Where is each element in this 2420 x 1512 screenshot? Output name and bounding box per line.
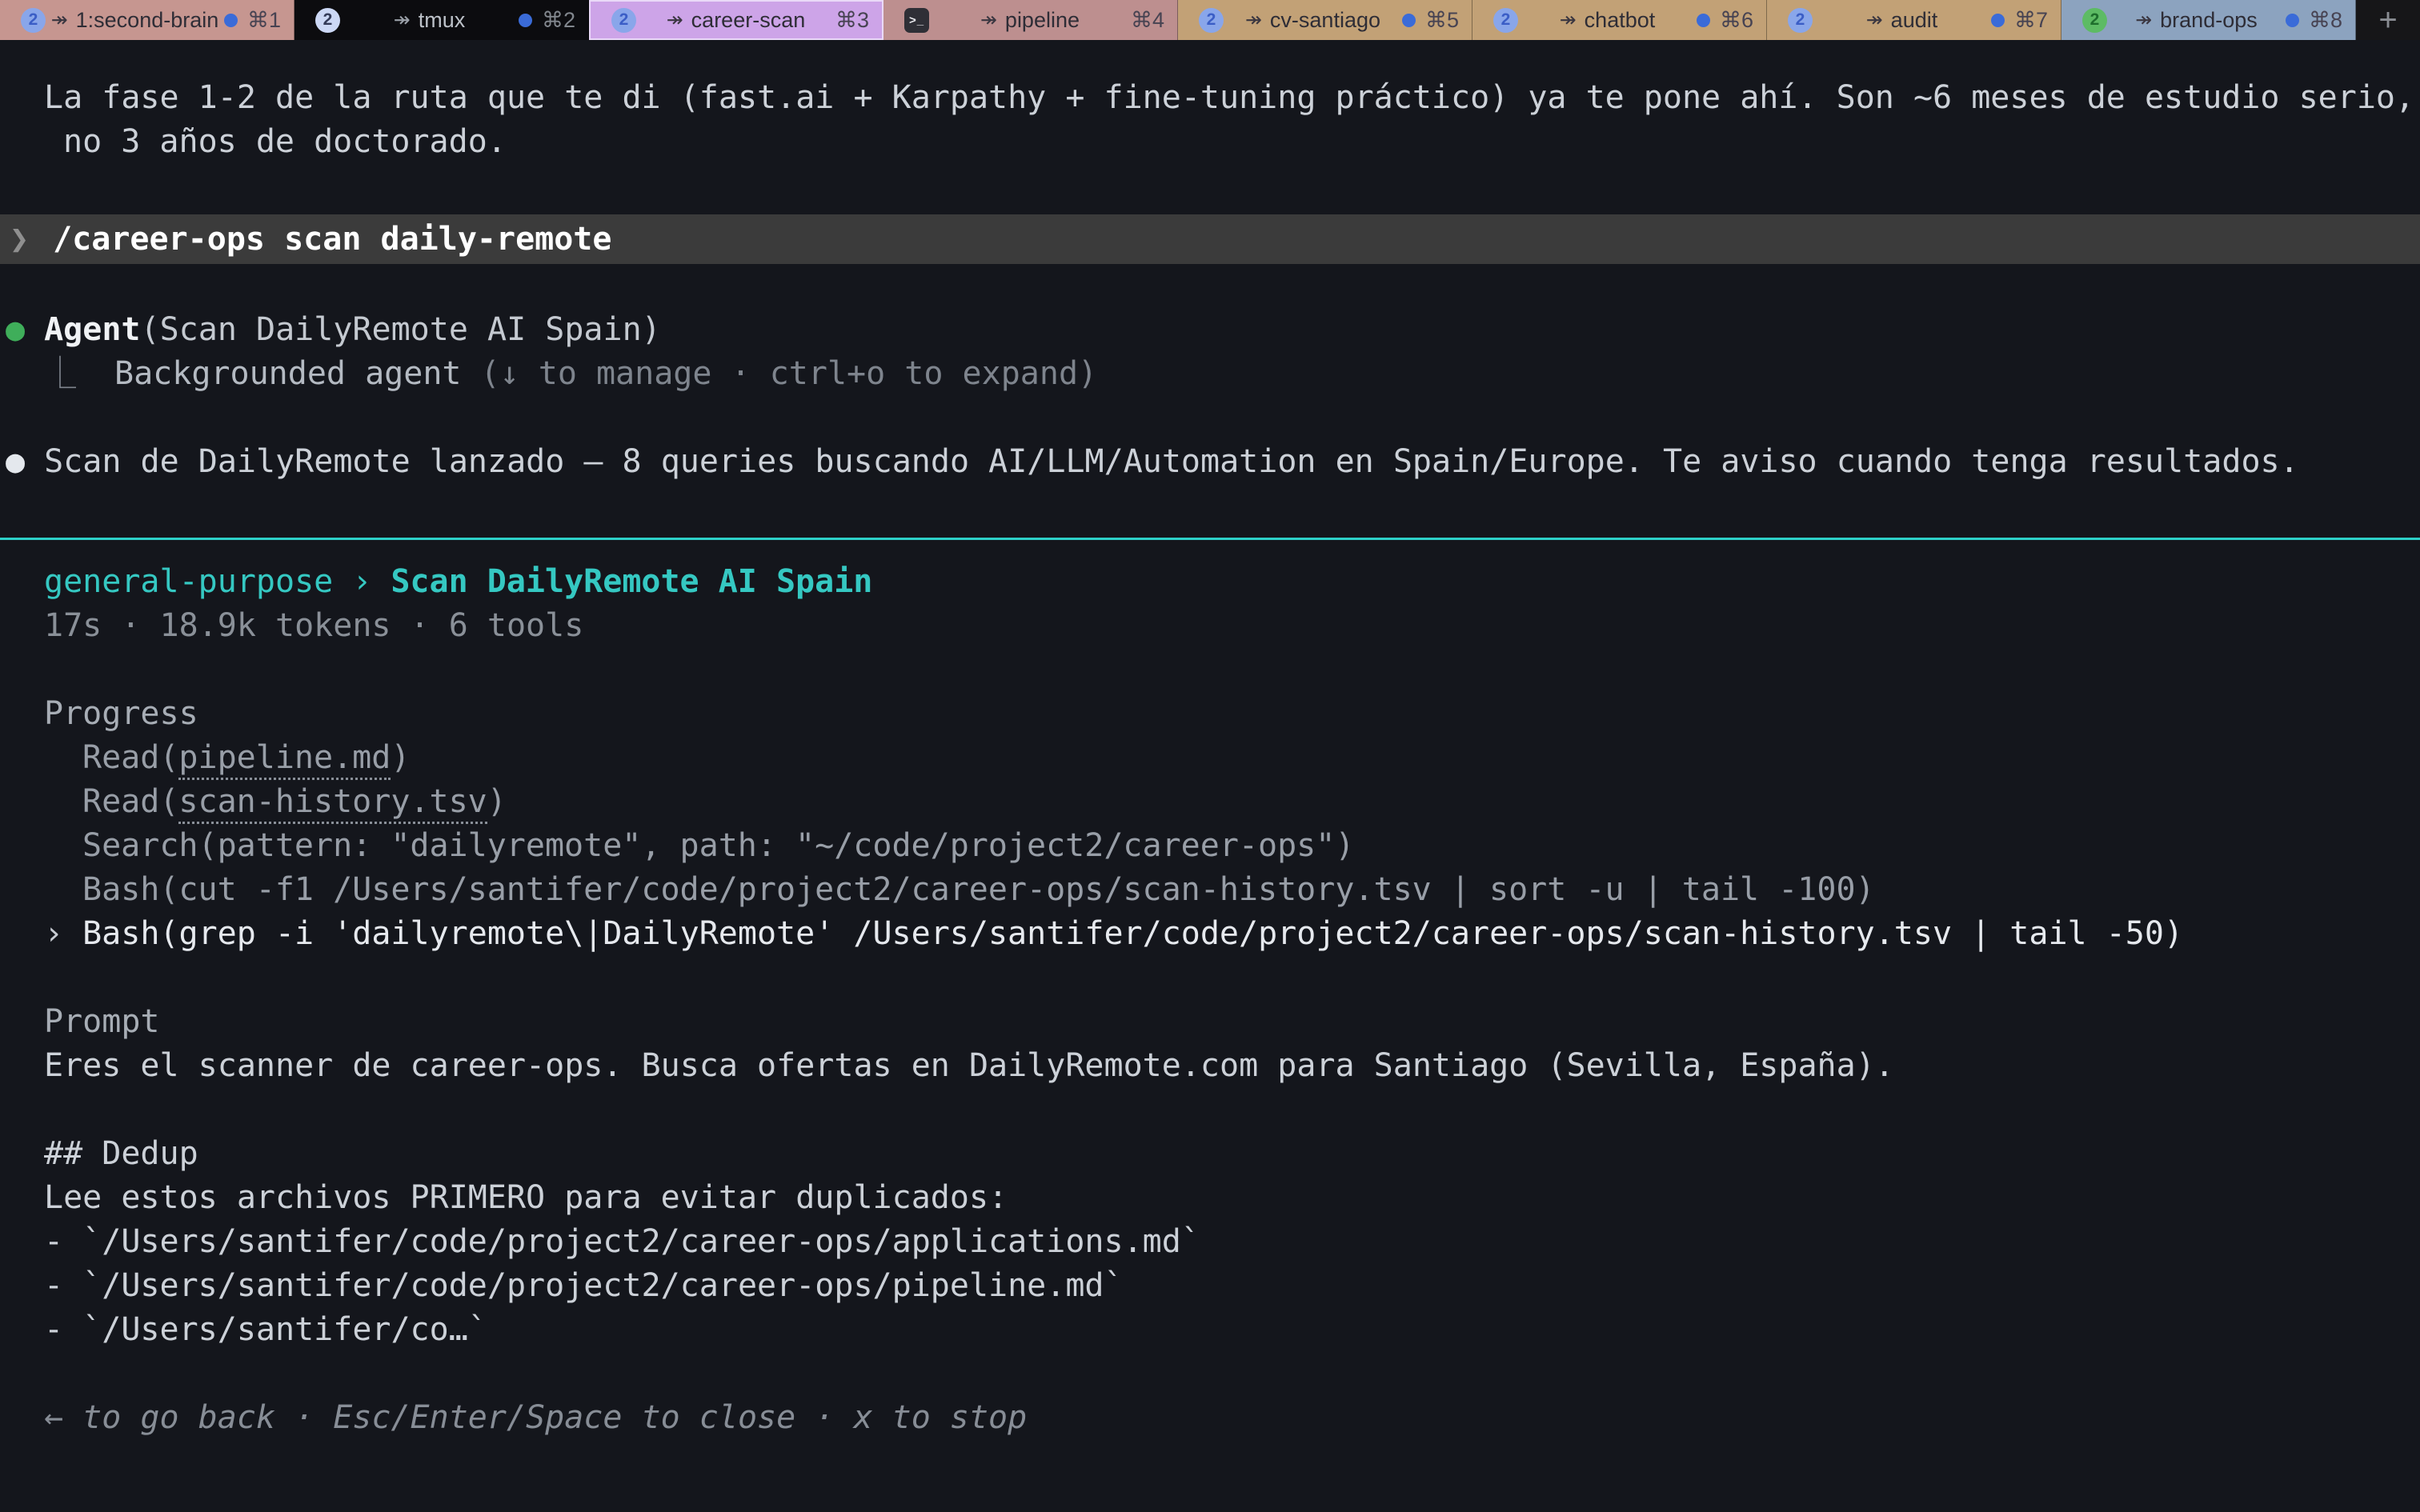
session-count-badge: 2: [1493, 8, 1518, 33]
assistant-message: La fase 1-2 de la ruta que te di (fast.a…: [0, 76, 2420, 164]
tab-shortcut: ⌘1: [247, 8, 281, 33]
new-tab-button[interactable]: +: [2356, 0, 2420, 40]
activity-indicator-dot: [519, 14, 532, 27]
message-line: no 3 años de doctorado.: [6, 120, 2420, 164]
keyboard-hints-footer: ← to go back · Esc/Enter/Space to close …: [44, 1396, 2420, 1440]
session-count-badge: 2: [1199, 8, 1224, 33]
terminal-icon: >_: [904, 8, 929, 33]
plus-icon: +: [2378, 2, 2397, 38]
dedup-intro: Lee estos archivos PRIMERO para evitar d…: [44, 1176, 2420, 1220]
task-breadcrumb: general-purpose›Scan DailyRemote AI Spai…: [44, 560, 2420, 604]
tab-audit[interactable]: 2 ↠ audit ⌘7: [1767, 0, 2061, 40]
tmux-arrow-icon: ↠: [51, 8, 68, 32]
tab-label: tmux: [419, 8, 466, 33]
tmux-arrow-icon: ↠: [1866, 8, 1883, 32]
tab-label: chatbot: [1585, 8, 1656, 33]
tab-shortcut: ⌘6: [1720, 8, 1753, 33]
tmux-arrow-icon: ↠: [667, 8, 683, 32]
tab-shortcut: ⌘2: [542, 8, 575, 33]
tab-chatbot[interactable]: 2 ↠ chatbot ⌘6: [1472, 0, 1767, 40]
tab-label: career-scan: [691, 8, 806, 33]
status-line: ●Scan de DailyRemote lanzado — 8 queries…: [6, 440, 2420, 484]
activity-indicator-dot: [2286, 14, 2299, 27]
tab-shortcut: ⌘3: [835, 8, 869, 33]
tab-shortcut: ⌘4: [1131, 8, 1164, 33]
dedup-heading: ## Dedup: [44, 1132, 2420, 1176]
prompt-chevron-icon: ❯: [10, 221, 29, 258]
terminal-content: La fase 1-2 de la ruta que te di (fast.a…: [0, 76, 2420, 1440]
tab-pipeline[interactable]: >_ ↠ pipeline ⌘4: [883, 0, 1178, 40]
file-link[interactable]: scan-history.tsv: [178, 783, 487, 824]
tab-shortcut: ⌘7: [2014, 8, 2048, 33]
session-count-badge: 2: [315, 8, 340, 33]
tab-shortcut: ⌘8: [2309, 8, 2342, 33]
activity-indicator-dot: [1991, 14, 2005, 27]
activity-indicator-dot: [224, 14, 238, 27]
task-panel-divider: [0, 538, 2420, 540]
tool-call-line: Bash(cut -f1 /Users/santifer/code/projec…: [44, 868, 2420, 912]
tmux-arrow-icon: ↠: [2135, 8, 2152, 32]
activity-indicator-dot: [1402, 14, 1416, 27]
tab-label: cv-santiago: [1270, 8, 1380, 33]
tmux-arrow-icon: ↠: [980, 8, 997, 32]
status-bullet-icon: ●: [6, 443, 25, 480]
tab-label: 1:second-brain: [76, 8, 219, 33]
tab-tmux[interactable]: 2 ↠ tmux ⌘2: [294, 0, 589, 40]
agent-task-line: ●Agent(Scan DailyRemote AI Spain): [6, 308, 2420, 352]
tool-call-line: Read(pipeline.md): [44, 736, 2420, 780]
task-stats: 17s · 18.9k tokens · 6 tools: [44, 604, 2420, 648]
tab-career-scan-active[interactable]: 2 ↠ career-scan ⌘3: [589, 0, 883, 40]
tab-second-brain[interactable]: 2 ↠ 1:second-brain ⌘1: [0, 0, 294, 40]
task-panel: general-purpose›Scan DailyRemote AI Spai…: [0, 560, 2420, 1440]
tab-label: audit: [1891, 8, 1938, 33]
breadcrumb-separator: ›: [352, 563, 371, 600]
progress-header: Progress: [44, 692, 2420, 736]
command-text: /career-ops scan daily-remote: [53, 221, 611, 258]
tool-call-line: Search(pattern: "dailyremote", path: "~/…: [44, 824, 2420, 868]
session-count-badge: 2: [21, 8, 46, 33]
tab-shortcut: ⌘5: [1425, 8, 1459, 33]
dedup-file-item: - `/Users/santifer/co…`: [44, 1308, 2420, 1352]
chat-log: ●Agent(Scan DailyRemote AI Spain) ⎿Backg…: [0, 308, 2420, 484]
command-input-bar: ❯ /career-ops scan daily-remote: [0, 214, 2420, 264]
tool-call-line-active: ›Bash(grep -i 'dailyremote\|DailyRemote'…: [44, 912, 2420, 956]
tmux-arrow-icon: ↠: [394, 8, 411, 32]
session-count-badge: 2: [2082, 8, 2107, 33]
agent-status-icon: ●: [6, 311, 25, 348]
dedup-file-item: - `/Users/santifer/code/project2/career-…: [44, 1220, 2420, 1264]
agent-sub-line: ⎿Backgrounded agent(↓ to manage · ctrl+o…: [6, 352, 2420, 396]
task-title: Scan DailyRemote AI Spain: [391, 563, 872, 600]
message-line: La fase 1-2 de la ruta que te di (fast.a…: [6, 76, 2420, 120]
prompt-header: Prompt: [44, 1000, 2420, 1044]
activity-indicator-dot: [1697, 14, 1710, 27]
file-link[interactable]: pipeline.md: [178, 739, 391, 780]
session-count-badge: 2: [1788, 8, 1813, 33]
session-count-badge: 2: [611, 8, 636, 33]
tmux-arrow-icon: ↠: [1560, 8, 1577, 32]
tab-bar: 2 ↠ 1:second-brain ⌘1 2 ↠ tmux ⌘2 2 ↠ ca…: [0, 0, 2420, 40]
prompt-text: Eres el scanner de career-ops. Busca ofe…: [44, 1044, 2420, 1088]
tab-label: brand-ops: [2160, 8, 2258, 33]
tmux-arrow-icon: ↠: [1245, 8, 1262, 32]
tab-brand-ops[interactable]: 2 ↠ brand-ops ⌘8: [2061, 0, 2356, 40]
current-step-caret-icon: ›: [44, 915, 63, 952]
tool-call-line: Read(scan-history.tsv): [44, 780, 2420, 824]
tab-cv-santiago[interactable]: 2 ↠ cv-santiago ⌘5: [1178, 0, 1472, 40]
dedup-file-item: - `/Users/santifer/code/project2/career-…: [44, 1264, 2420, 1308]
tab-label: pipeline: [1005, 8, 1080, 33]
branch-connector-icon: ⎿: [44, 355, 76, 392]
